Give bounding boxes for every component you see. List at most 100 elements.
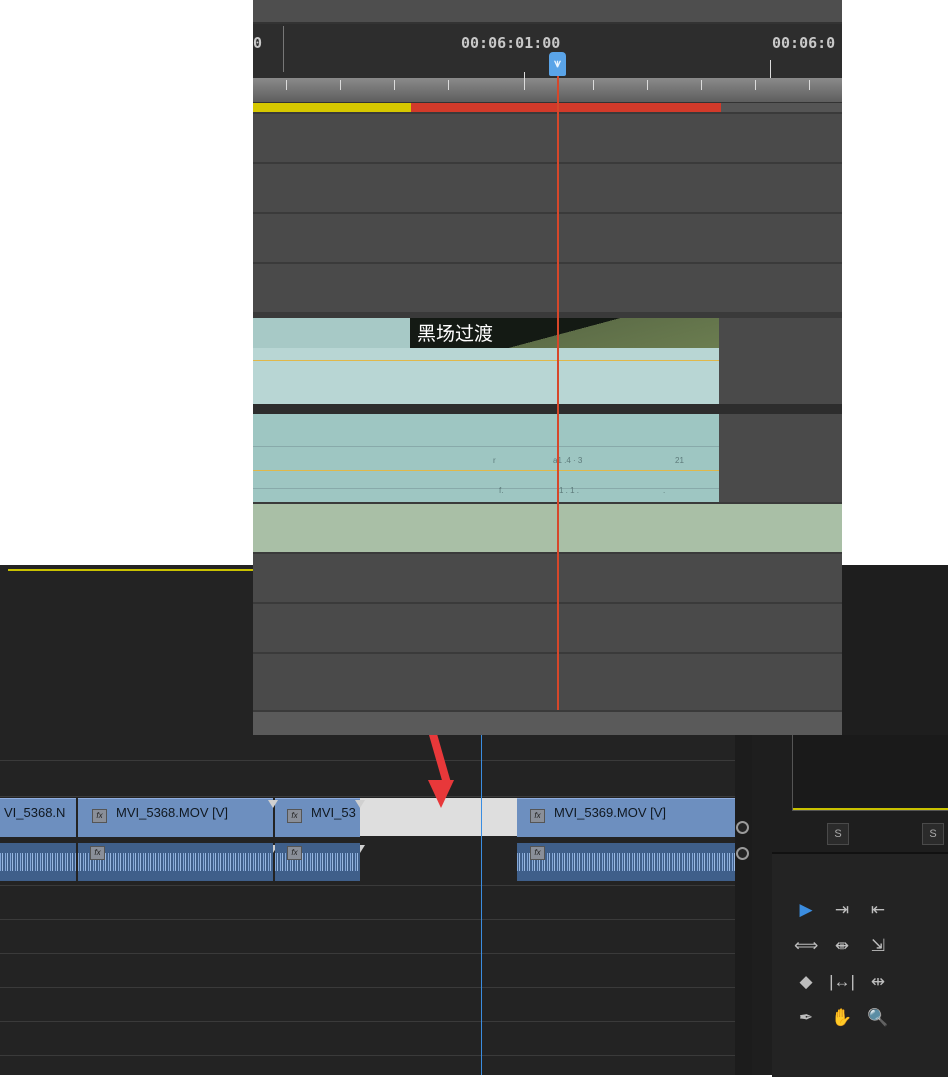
track-divider: [0, 987, 735, 988]
video-track: [253, 164, 842, 214]
pen-icon[interactable]: ✒: [794, 1006, 818, 1030]
ruler-scale[interactable]: [253, 78, 842, 103]
transition-marker-icon: [268, 800, 278, 808]
render-status-bar: [8, 569, 253, 571]
track-select-backward-icon[interactable]: ⇤: [866, 898, 890, 922]
ruler-tick: [340, 80, 341, 90]
waveform-glyph: r: [493, 456, 496, 465]
ruler-tick: [286, 80, 287, 90]
track-divider: [0, 796, 735, 797]
clip-label: MVI_5369.MOV [V]: [554, 805, 666, 820]
audio-clip[interactable]: fx: [78, 843, 273, 881]
rate-stretch-icon[interactable]: ⇲: [866, 934, 890, 958]
waveform-glyph: .: [663, 486, 666, 495]
timecode-label: 00:06:01:00: [461, 34, 561, 52]
audio-track: [253, 604, 842, 654]
meter-level-line: [793, 808, 948, 810]
audio-clip[interactable]: [0, 843, 76, 881]
slip-icon[interactable]: |↔|: [826, 970, 858, 994]
video-clip-mvi-5368-b[interactable]: fx MVI_5368.MOV [V]: [78, 798, 273, 837]
audio-track: [253, 654, 842, 712]
timecode-label: 0: [253, 34, 263, 52]
playhead-line[interactable]: [557, 56, 559, 710]
selection-tool-icon[interactable]: ▶: [794, 898, 818, 922]
video-track: [253, 264, 842, 314]
opacity-line: [253, 360, 719, 361]
track-divider: [0, 1021, 735, 1022]
transition-marker-icon: [355, 800, 365, 808]
video-track: [253, 214, 842, 264]
video-track: [253, 114, 842, 164]
zoomed-timeline-inset: 0 00:06:01:00 00:06:0 黑场过渡 r a1 .4 · 3 2…: [253, 0, 842, 735]
audio-track: [253, 554, 842, 604]
empty-track-area: [719, 414, 842, 502]
empty-track-area: [719, 318, 842, 404]
volume-line: [253, 470, 719, 471]
audio-waveform: [78, 853, 273, 871]
audio-waveform: [0, 853, 76, 871]
audio-channel-divider: [253, 488, 719, 489]
waveform-glyph: f.: [499, 486, 504, 495]
annotation-arrow-head-icon: [428, 780, 454, 808]
ruler-tick: [524, 72, 525, 90]
audio-waveform: [517, 853, 735, 871]
audio-channel-divider: [253, 446, 719, 447]
solo-button[interactable]: S: [922, 823, 944, 845]
fx-badge-icon: fx: [287, 846, 302, 860]
clip-label: MVI_53: [311, 805, 356, 820]
clip-label: VI_5368.N: [4, 805, 66, 820]
render-bar-yellow: [253, 103, 411, 112]
audio-clip[interactable]: fx: [517, 843, 735, 881]
track-divider: [0, 919, 735, 920]
waveform-glyph: 21: [675, 456, 684, 465]
playhead-line[interactable]: [481, 728, 482, 1075]
track-divider: [0, 885, 735, 886]
zoom-icon[interactable]: 🔍: [866, 1006, 890, 1030]
ruler-tick: [701, 80, 702, 90]
solo-button[interactable]: S: [827, 823, 849, 845]
track-scroll-column[interactable]: [735, 728, 752, 1075]
track-divider: [0, 1055, 735, 1056]
track-divider: [0, 953, 735, 954]
clip-label: MVI_5368.MOV [V]: [116, 805, 228, 820]
fx-badge-icon: fx: [92, 809, 107, 823]
playhead-handle-icon[interactable]: ⩛: [549, 52, 566, 76]
timecode-label: 00:06:0: [772, 34, 836, 52]
track-height-handle-icon[interactable]: [736, 821, 749, 834]
track-select-forward-icon[interactable]: ⇥: [830, 898, 854, 922]
audio-clip[interactable]: fx: [275, 843, 360, 881]
video-clip-body: [253, 348, 719, 404]
tools-panel: [772, 852, 948, 1077]
ruler-tick: [755, 80, 756, 90]
fx-badge-icon: fx: [530, 809, 545, 823]
ripple-edit-icon[interactable]: ⟺: [794, 934, 818, 958]
panel-header: [253, 0, 842, 24]
track-divider: [0, 760, 735, 761]
ruler-tick: [809, 80, 810, 90]
track-height-handle-icon[interactable]: [736, 847, 749, 860]
fx-badge-icon: fx: [287, 809, 302, 823]
hand-icon[interactable]: ✋: [830, 1006, 854, 1030]
ruler-tick: [448, 80, 449, 90]
fx-badge-icon: fx: [530, 846, 545, 860]
ruler-tick: [593, 80, 594, 90]
horizontal-scrollbar[interactable]: [253, 712, 842, 735]
video-clip-mvi-5368-a[interactable]: VI_5368.N: [0, 798, 76, 837]
rolling-edit-icon[interactable]: ⇼: [830, 934, 854, 958]
ruler-tick: [770, 60, 771, 78]
waveform-glyph: 1 . 1 .: [559, 486, 580, 495]
audio-track-header-area: [253, 504, 842, 552]
track-separator: [253, 404, 842, 414]
ruler-tick: [394, 80, 395, 90]
ruler-tick: [283, 26, 284, 72]
fx-badge-icon: fx: [90, 846, 105, 860]
ruler-tick: [647, 80, 648, 90]
transition-label: 黑场过渡: [417, 324, 494, 345]
render-bar-red: [411, 103, 721, 112]
slide-icon[interactable]: ⇹: [866, 970, 890, 994]
razor-icon[interactable]: ◆: [794, 970, 818, 994]
video-clip-mvi-53[interactable]: fx MVI_53: [275, 798, 360, 837]
audio-meter: [792, 735, 948, 811]
video-clip-mvi-5369[interactable]: fx MVI_5369.MOV [V]: [517, 798, 735, 837]
render-bar-empty: [721, 103, 842, 112]
